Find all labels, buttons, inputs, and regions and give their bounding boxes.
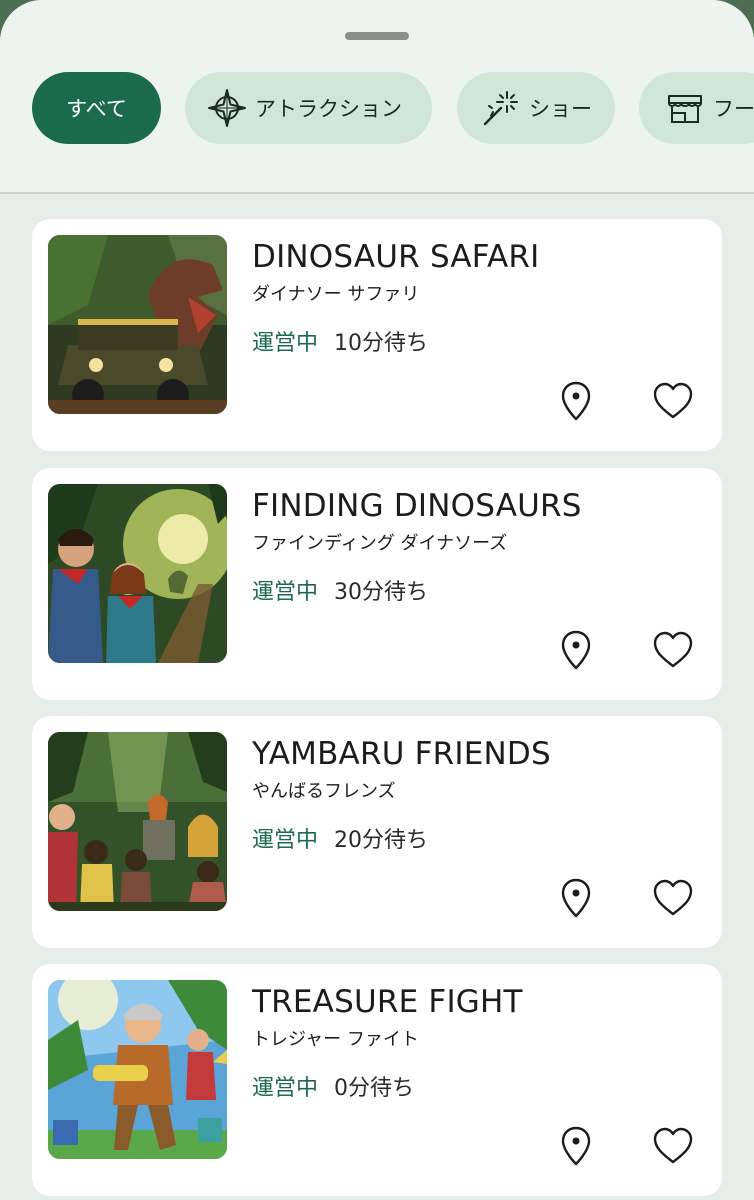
operating-status: 運営中 bbox=[252, 828, 319, 853]
drag-handle[interactable] bbox=[345, 32, 409, 40]
map-pin-icon[interactable] bbox=[554, 876, 598, 920]
heart-icon[interactable] bbox=[651, 1124, 695, 1168]
attraction-title: YAMBARU FRIENDS bbox=[252, 736, 551, 772]
filter-chip-label: すべて bbox=[66, 97, 127, 121]
store-icon bbox=[665, 88, 705, 128]
attraction-title: DINOSAUR SAFARI bbox=[252, 239, 540, 275]
map-pin-icon[interactable] bbox=[554, 1124, 598, 1168]
attraction-thumbnail-jeep-and-dinosaur bbox=[48, 235, 227, 414]
heart-icon[interactable] bbox=[651, 379, 695, 423]
filter-chip-all[interactable]: すべて bbox=[32, 72, 161, 144]
attraction-thumbnail-children-in-jungle bbox=[48, 484, 227, 663]
attraction-status-row: 運営中 20分待ち bbox=[252, 822, 428, 854]
attraction-status-row: 運営中 0分待ち bbox=[252, 1070, 414, 1102]
map-pin-icon[interactable] bbox=[554, 379, 598, 423]
filter-chip-label: ショー bbox=[529, 97, 592, 121]
attraction-subtitle: ファインディング ダイナソーズ bbox=[252, 533, 508, 554]
wait-time: 20分待ち bbox=[334, 828, 429, 853]
filter-chip-food[interactable]: フー bbox=[639, 72, 754, 144]
filter-chip-bar: すべて アトラクション ショー フー bbox=[0, 72, 754, 146]
app-screen: すべて アトラクション ショー フー DINOSAUR SAFARI ダイナソー… bbox=[0, 0, 754, 1200]
attraction-card[interactable]: DINOSAUR SAFARI ダイナソー サファリ 運営中 10分待ち bbox=[32, 219, 722, 451]
compass-icon bbox=[207, 88, 247, 128]
attraction-subtitle: ダイナソー サファリ bbox=[252, 284, 420, 305]
wait-time: 0分待ち bbox=[334, 1076, 415, 1101]
attraction-card[interactable]: TREASURE FIGHT トレジャー ファイト 運営中 0分待ち bbox=[32, 964, 722, 1196]
attraction-subtitle: やんばるフレンズ bbox=[252, 781, 396, 802]
filter-chip-attractions[interactable]: アトラクション bbox=[185, 72, 432, 144]
operating-status: 運営中 bbox=[252, 1076, 319, 1101]
attraction-status-row: 運営中 10分待ち bbox=[252, 325, 428, 357]
attraction-thumbnail-family-in-rainforest bbox=[48, 732, 227, 911]
filter-chip-label: フー bbox=[713, 97, 754, 121]
map-pin-icon[interactable] bbox=[554, 628, 598, 672]
heart-icon[interactable] bbox=[651, 876, 695, 920]
heart-icon[interactable] bbox=[651, 628, 695, 672]
sparkle-wand-icon bbox=[481, 88, 521, 128]
bottom-sheet: すべて アトラクション ショー フー DINOSAUR SAFARI ダイナソー… bbox=[0, 0, 754, 1200]
attraction-status-row: 運営中 30分待ち bbox=[252, 574, 428, 606]
attraction-card[interactable]: FINDING DINOSAURS ファインディング ダイナソーズ 運営中 30分… bbox=[32, 468, 722, 700]
filter-chip-shows[interactable]: ショー bbox=[457, 72, 615, 144]
attraction-thumbnail-kids-water-blaster bbox=[48, 980, 227, 1159]
filter-chip-label: アトラクション bbox=[255, 97, 402, 121]
attraction-title: TREASURE FIGHT bbox=[252, 984, 523, 1020]
attraction-title: FINDING DINOSAURS bbox=[252, 488, 582, 524]
sheet-header: すべて アトラクション ショー フー bbox=[0, 0, 754, 194]
operating-status: 運営中 bbox=[252, 331, 319, 356]
wait-time: 10分待ち bbox=[334, 331, 429, 356]
wait-time: 30分待ち bbox=[334, 580, 429, 605]
operating-status: 運営中 bbox=[252, 580, 319, 605]
attraction-card[interactable]: YAMBARU FRIENDS やんばるフレンズ 運営中 20分待ち bbox=[32, 716, 722, 948]
attraction-subtitle: トレジャー ファイト bbox=[252, 1029, 419, 1050]
